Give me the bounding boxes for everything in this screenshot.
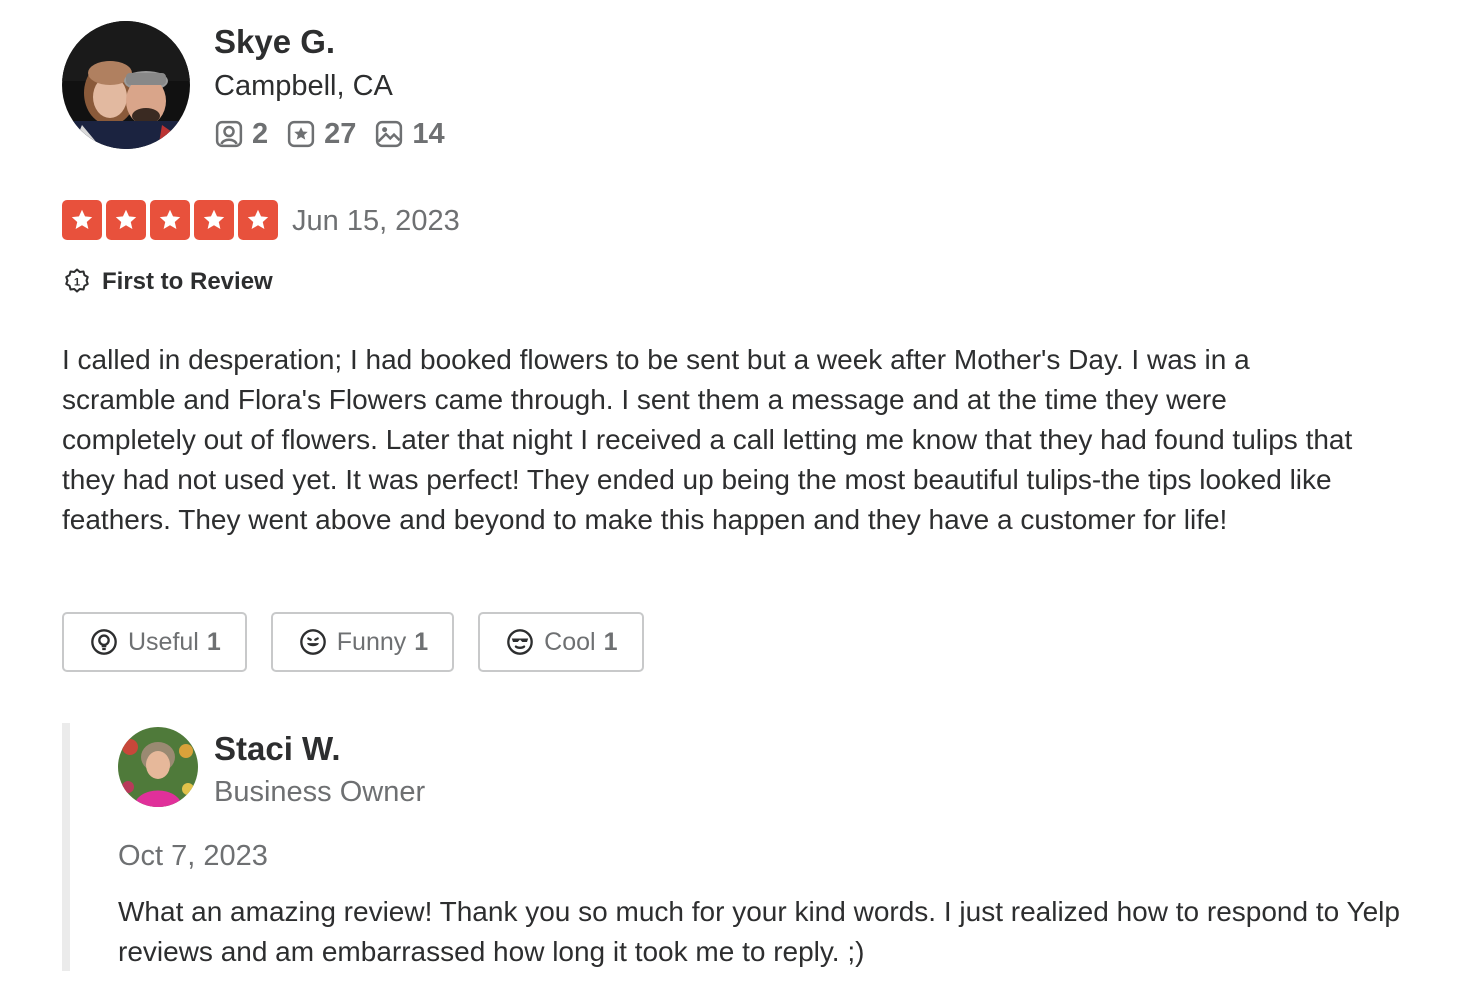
first-badge-icon: 1 bbox=[65, 268, 89, 293]
reviewer-name[interactable]: Skye G. bbox=[214, 20, 335, 64]
funny-count: 1 bbox=[414, 627, 429, 656]
photos-stat: 14 bbox=[374, 114, 445, 154]
review-star-icon bbox=[288, 120, 315, 148]
reviews-stat: 27 bbox=[286, 114, 356, 154]
reviewer-location: Campbell, CA bbox=[214, 70, 393, 102]
svg-text:1: 1 bbox=[74, 277, 80, 289]
reaction-buttons: Useful 1 Funny 1 Cool 1 bbox=[62, 612, 668, 672]
friends-stat: 2 bbox=[214, 114, 268, 154]
owner-role: Business Owner bbox=[214, 776, 426, 808]
cool-count: 1 bbox=[603, 627, 618, 656]
friends-icon bbox=[215, 120, 243, 148]
friends-count: 2 bbox=[252, 118, 269, 150]
reply-date: Oct 7, 2023 bbox=[118, 840, 268, 872]
owner-avatar[interactable] bbox=[118, 727, 198, 807]
funny-button[interactable]: Funny 1 bbox=[270, 612, 455, 672]
star-icon bbox=[194, 200, 234, 240]
reviews-count: 27 bbox=[324, 118, 357, 150]
star-icon bbox=[238, 200, 278, 240]
star-icon bbox=[62, 200, 102, 240]
lightbulb-icon bbox=[91, 629, 117, 655]
star-rating bbox=[62, 200, 282, 240]
review-date: Jun 15, 2023 bbox=[292, 205, 460, 237]
smile-icon bbox=[299, 629, 326, 655]
sunglasses-icon bbox=[507, 629, 534, 655]
first-review-label: First to Review bbox=[102, 268, 273, 295]
cool-label: Cool bbox=[544, 627, 596, 656]
useful-count: 1 bbox=[206, 627, 221, 656]
review-text: I called in desperation; I had booked fl… bbox=[62, 344, 1353, 535]
first-to-review-badge: 1 First to Review bbox=[62, 264, 273, 300]
reply-text: What an amazing review! Thank you so muc… bbox=[118, 896, 1400, 967]
cool-button[interactable]: Cool 1 bbox=[478, 612, 644, 672]
reviewer-stats: 2 27 14 bbox=[214, 114, 463, 154]
reply-divider-bar bbox=[62, 723, 70, 971]
star-icon bbox=[150, 200, 190, 240]
photos-count: 14 bbox=[412, 118, 445, 150]
reviewer-avatar[interactable] bbox=[62, 21, 190, 149]
useful-label: Useful bbox=[128, 627, 199, 656]
owner-name[interactable]: Staci W. bbox=[214, 727, 341, 771]
useful-button[interactable]: Useful 1 bbox=[62, 612, 247, 672]
star-icon bbox=[106, 200, 146, 240]
funny-label: Funny bbox=[336, 627, 407, 656]
photo-icon bbox=[376, 120, 403, 148]
